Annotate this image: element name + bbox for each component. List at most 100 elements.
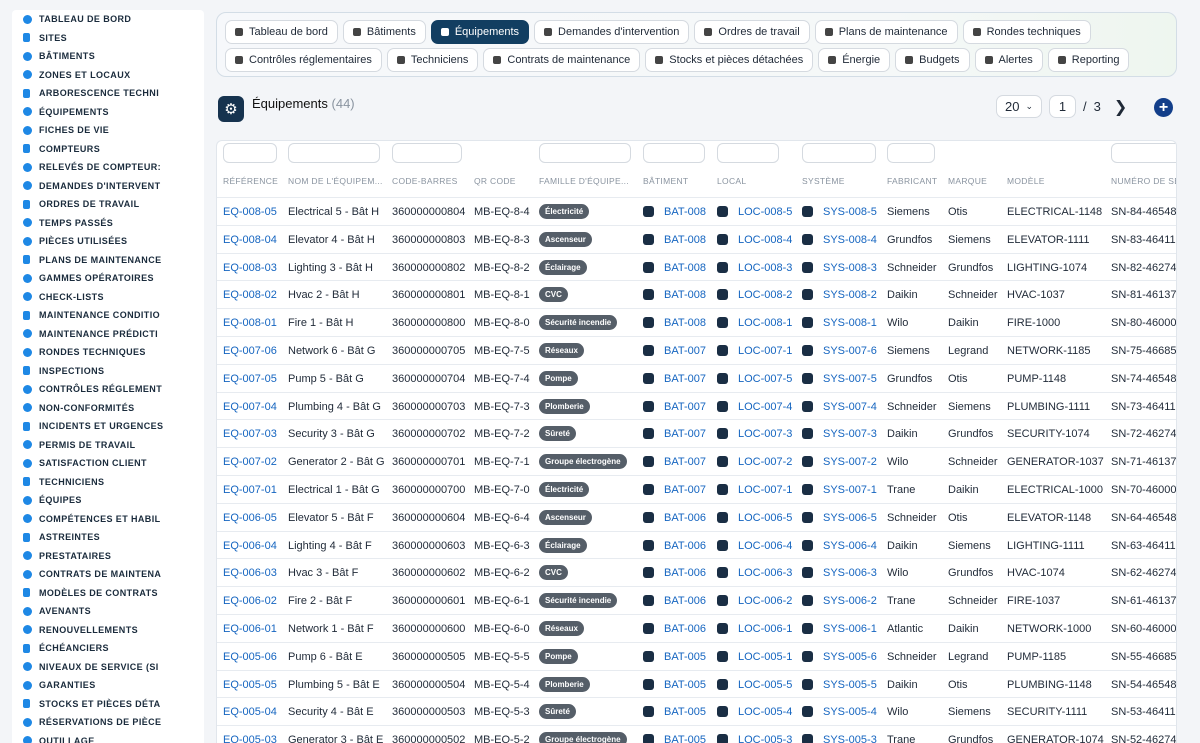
table-cell-link[interactable]: SYS-008-4 xyxy=(823,234,877,246)
table-cell-link[interactable]: BAT-008 xyxy=(664,262,706,274)
table-cell-link[interactable]: SYS-005-4 xyxy=(823,706,877,718)
link-icon[interactable] xyxy=(802,623,813,634)
table-row[interactable]: EQ-006-01 Network 1 - Bât F 360000000600 MB… xyxy=(217,614,1176,642)
table-cell-link[interactable]: EQ-008-01 xyxy=(223,317,277,329)
table-cell-link[interactable]: LOC-008-3 xyxy=(738,262,792,274)
sidebar-item[interactable]: ÉQUIPEMENTS xyxy=(12,103,204,122)
table-cell-link[interactable]: EQ-007-02 xyxy=(223,456,277,468)
link-icon[interactable] xyxy=(643,345,654,356)
link-icon[interactable] xyxy=(717,233,728,245)
table-cell-link[interactable]: LOC-008-4 xyxy=(738,234,792,246)
sidebar-item[interactable]: ZONES ET LOCAUX xyxy=(12,66,204,85)
table-cell-link[interactable]: LOC-008-1 xyxy=(738,317,792,329)
table-cell-link[interactable]: SYS-008-5 xyxy=(823,206,877,218)
table-cell-link[interactable]: SYS-007-1 xyxy=(823,484,877,496)
sidebar-item[interactable]: NON-CONFORMITÉS xyxy=(12,399,204,418)
column-header[interactable]: QR CODE xyxy=(474,176,516,186)
link-icon[interactable] xyxy=(643,484,654,495)
sidebar-item[interactable]: CHECK-LISTS xyxy=(12,288,204,307)
link-icon[interactable] xyxy=(717,650,728,662)
table-cell-link[interactable]: EQ-007-01 xyxy=(223,484,277,496)
column-header[interactable]: NOM DE L'ÉQUIPEM... xyxy=(288,176,383,186)
table-cell-link[interactable]: SYS-006-5 xyxy=(823,512,877,524)
table-cell-link[interactable]: LOC-007-3 xyxy=(738,428,792,440)
table-cell-link[interactable]: LOC-006-1 xyxy=(738,623,792,635)
column-header[interactable]: FABRICANT xyxy=(887,176,937,186)
link-icon[interactable] xyxy=(717,261,728,273)
table-cell-link[interactable]: EQ-008-02 xyxy=(223,289,277,301)
nav-tab[interactable]: Bâtiments xyxy=(342,20,426,44)
link-icon[interactable] xyxy=(643,456,654,468)
column-filter-input[interactable] xyxy=(887,143,935,163)
table-cell-link[interactable]: EQ-007-05 xyxy=(223,373,277,385)
table-row[interactable]: EQ-007-03 Security 3 - Bât G 360000000702 M… xyxy=(217,419,1176,447)
link-icon[interactable] xyxy=(802,511,813,523)
link-icon[interactable] xyxy=(717,734,728,743)
table-cell-link[interactable]: LOC-005-5 xyxy=(738,679,792,691)
table-cell-link[interactable]: BAT-006 xyxy=(664,595,706,607)
link-icon[interactable] xyxy=(643,428,654,440)
sidebar-item[interactable]: NIVEAUX DE SERVICE (SI xyxy=(12,658,204,677)
nav-tab[interactable]: Contrôles réglementaires xyxy=(225,48,382,72)
table-cell-link[interactable]: BAT-005 xyxy=(664,651,706,663)
sidebar-item[interactable]: CONTRATS DE MAINTENA xyxy=(12,565,204,584)
sidebar-item[interactable]: FICHES DE VIE xyxy=(12,121,204,140)
link-icon[interactable] xyxy=(717,345,728,356)
table-row[interactable]: EQ-005-04 Security 4 - Bât E 360000000503 M… xyxy=(217,697,1176,725)
table-cell-link[interactable]: SYS-007-6 xyxy=(823,345,877,357)
column-header[interactable]: MARQUE xyxy=(948,176,987,186)
link-icon[interactable] xyxy=(643,206,654,217)
table-cell-link[interactable]: BAT-006 xyxy=(664,567,706,579)
link-icon[interactable] xyxy=(643,372,654,384)
sidebar-item[interactable]: ASTREINTES xyxy=(12,528,204,547)
table-cell-link[interactable]: EQ-005-04 xyxy=(223,706,277,718)
link-icon[interactable] xyxy=(643,539,654,551)
table-row[interactable]: EQ-008-03 Lighting 3 - Bât H 360000000802 M… xyxy=(217,252,1176,281)
column-filter-input[interactable] xyxy=(223,143,277,163)
column-filter-input[interactable] xyxy=(539,143,631,163)
column-header[interactable]: SYSTÈME xyxy=(802,176,845,186)
table-row[interactable]: EQ-007-01 Electrical 1 - Bât G 36000000070… xyxy=(217,475,1176,503)
sidebar-item[interactable]: RÉSERVATIONS DE PIÈCE xyxy=(12,713,204,732)
nav-tab[interactable]: Équipements xyxy=(430,20,530,44)
sidebar-item[interactable]: GAMMES OPÉRATOIRES xyxy=(12,269,204,288)
table-cell-link[interactable]: LOC-005-1 xyxy=(738,651,792,663)
sidebar-item[interactable]: MAINTENANCE CONDITIO xyxy=(12,306,204,325)
table-row[interactable]: EQ-008-01 Fire 1 - Bât H 360000000800 MB-EQ… xyxy=(217,308,1176,336)
link-icon[interactable] xyxy=(802,233,813,245)
nav-tab[interactable]: Reporting xyxy=(1047,48,1130,72)
sidebar-item[interactable]: SATISFACTION CLIENT xyxy=(12,454,204,473)
sidebar-item[interactable]: INSPECTIONS xyxy=(12,362,204,381)
link-icon[interactable] xyxy=(717,206,728,217)
link-icon[interactable] xyxy=(643,261,654,273)
column-filter-input[interactable] xyxy=(802,143,876,163)
table-cell-link[interactable]: LOC-006-5 xyxy=(738,512,792,524)
table-cell-link[interactable]: SYS-006-4 xyxy=(823,540,877,552)
table-cell-link[interactable]: BAT-005 xyxy=(664,734,706,743)
sidebar-item[interactable]: TECHNICIENS xyxy=(12,473,204,492)
table-cell-link[interactable]: EQ-007-04 xyxy=(223,401,277,413)
sidebar-item[interactable]: ÉCHÉANCIERS xyxy=(12,639,204,658)
table-cell-link[interactable]: EQ-006-04 xyxy=(223,540,277,552)
sidebar-item[interactable]: ÉQUIPES xyxy=(12,491,204,510)
add-equipment-button[interactable]: + xyxy=(1154,98,1173,117)
sidebar-item[interactable]: RENOUVELLEMENTS xyxy=(12,621,204,640)
link-icon[interactable] xyxy=(802,345,813,356)
table-cell-link[interactable]: LOC-008-2 xyxy=(738,289,792,301)
link-icon[interactable] xyxy=(802,539,813,551)
table-cell-link[interactable]: SYS-005-5 xyxy=(823,679,877,691)
nav-tab[interactable]: Budgets xyxy=(895,48,970,72)
table-cell-link[interactable]: EQ-006-05 xyxy=(223,512,277,524)
table-cell-link[interactable]: LOC-005-3 xyxy=(738,734,792,743)
link-icon[interactable] xyxy=(717,623,728,634)
table-cell-link[interactable]: SYS-006-3 xyxy=(823,567,877,579)
sidebar-item[interactable]: PIÈCES UTILISÉES xyxy=(12,232,204,251)
link-icon[interactable] xyxy=(643,706,654,718)
table-cell-link[interactable]: BAT-006 xyxy=(664,540,706,552)
table-cell-link[interactable]: SYS-005-6 xyxy=(823,651,877,663)
table-cell-link[interactable]: SYS-006-2 xyxy=(823,595,877,607)
link-icon[interactable] xyxy=(643,567,654,579)
table-row[interactable]: EQ-007-06 Network 6 - Bât G 360000000705 MB… xyxy=(217,336,1176,364)
nav-tab[interactable]: Stocks et pièces détachées xyxy=(645,48,814,72)
nav-tab[interactable]: Plans de maintenance xyxy=(814,20,958,44)
